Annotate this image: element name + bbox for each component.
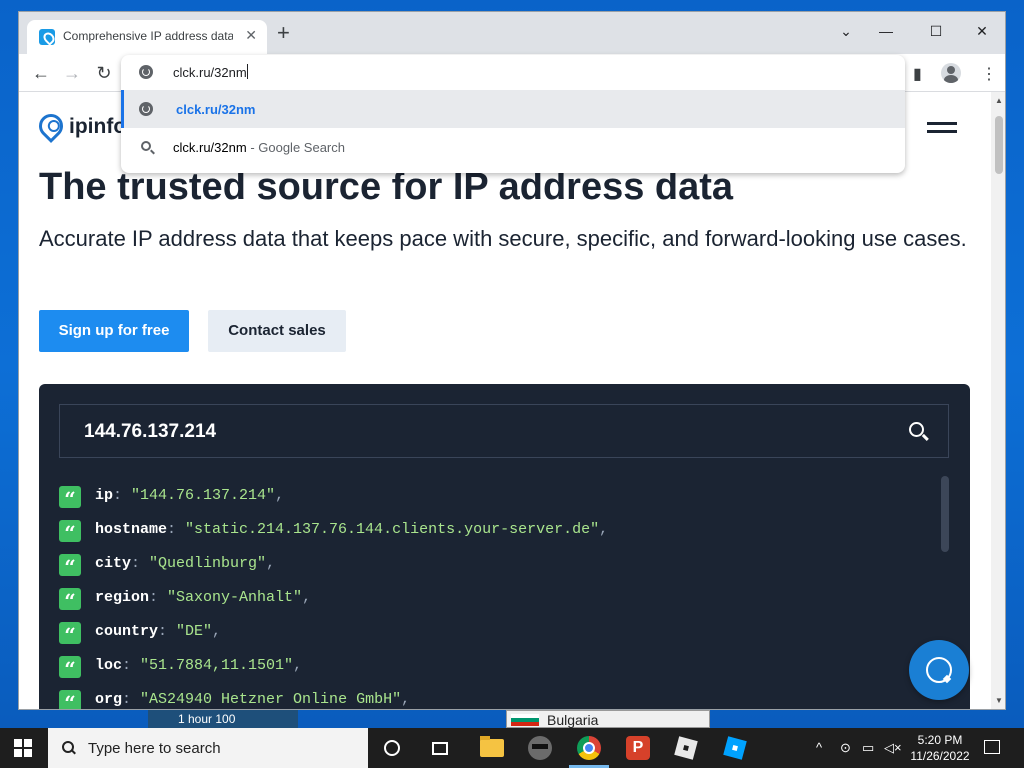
back-button[interactable]: ← (29, 61, 53, 85)
json-row: “ city: "Quedlinburg", (59, 552, 929, 586)
background-window-strip[interactable]: 1 hour 100 (148, 710, 298, 728)
tray-overflow-chevron-icon[interactable]: ^ (816, 740, 822, 755)
system-clock[interactable]: 5:20 PM 11/26/2022 (904, 732, 976, 764)
json-result-list: “ ip: "144.76.137.214", “ hostname: "sta… (59, 484, 929, 709)
background-window-text: 1 hour 100 (178, 712, 236, 726)
sign-up-button[interactable]: Sign up for free (39, 310, 189, 352)
roblox-icon[interactable] (674, 736, 698, 760)
ipinfo-favicon-icon (39, 29, 55, 45)
json-field: country: "DE", (95, 623, 222, 640)
chat-support-icon[interactable] (909, 640, 969, 700)
json-row: “ hostname: "static.214.137.76.144.clien… (59, 518, 929, 552)
background-country-text: Bulgaria (547, 712, 599, 728)
quote-icon[interactable]: “ (59, 690, 81, 709)
side-panel-icon[interactable]: ▮ (913, 64, 922, 84)
clock-date: 11/26/2022 (910, 749, 970, 763)
globe-icon (139, 102, 153, 116)
json-field: city: "Quedlinburg", (95, 555, 276, 572)
omnibox-dropdown: clck.ru/32nm clck.ru/32nm clck.ru/32nm -… (121, 55, 905, 173)
page-content: ipinfo. The trusted source for IP addres… (19, 92, 991, 709)
clock-time: 5:20 PM (917, 733, 963, 747)
volume-muted-icon[interactable]: ◁× (884, 740, 902, 756)
taskbar: Type here to search P ^ ⊙ ▭ ◁× 5:20 PM 1… (0, 728, 1024, 768)
file-explorer-icon[interactable] (480, 736, 504, 757)
json-field: loc: "51.7884,11.1501", (95, 657, 303, 674)
quote-icon[interactable]: “ (59, 520, 81, 545)
quote-icon[interactable]: “ (59, 588, 81, 613)
scroll-up-arrow-icon[interactable]: ▲ (995, 96, 1003, 105)
notification-center-icon[interactable] (984, 740, 1000, 754)
globe-icon (139, 65, 153, 79)
tab-search-chevron-icon[interactable]: ⌄ (831, 18, 861, 44)
json-field: org: "AS24940 Hetzner Online GmbH", (95, 691, 411, 708)
close-window-button[interactable]: ✕ (967, 18, 997, 44)
address-bar-input[interactable]: clck.ru/32nm (173, 64, 248, 80)
forward-button[interactable]: → (60, 61, 84, 85)
search-icon (62, 741, 74, 753)
windows-start-icon[interactable] (14, 739, 32, 757)
json-row: “ loc: "51.7884,11.1501", (59, 654, 929, 688)
minimize-button[interactable]: — (871, 18, 901, 44)
console-scrollbar[interactable] (941, 476, 949, 552)
ip-search-input[interactable]: 144.76.137.214 (59, 404, 949, 458)
ip-lookup-console: 144.76.137.214 “ ip: "144.76.137.214", “… (39, 384, 970, 709)
location-pin-icon (34, 109, 68, 143)
taskbar-search-box[interactable]: Type here to search (48, 728, 368, 768)
network-icon[interactable]: ▭ (862, 740, 874, 756)
omnibox-suggestion-url[interactable]: clck.ru/32nm (121, 90, 905, 128)
json-row: “ org: "AS24940 Hetzner Online GmbH", (59, 688, 929, 709)
json-row: “ country: "DE", (59, 620, 929, 654)
reload-button[interactable]: ↻ (92, 61, 116, 85)
quote-icon[interactable]: “ (59, 554, 81, 579)
json-row: “ region: "Saxony-Anhalt", (59, 586, 929, 620)
raccoon-app-icon[interactable] (528, 736, 552, 760)
contact-sales-button[interactable]: Contact sales (208, 310, 346, 352)
suggestion-hint: - Google Search (246, 140, 345, 155)
background-country-strip[interactable]: Bulgaria (506, 710, 710, 728)
roblox-studio-icon[interactable] (723, 736, 747, 760)
address-bar[interactable]: clck.ru/32nm (121, 55, 905, 89)
page-scrollbar[interactable]: ▲ ▼ (991, 92, 1005, 709)
text-caret (246, 64, 248, 79)
json-field: region: "Saxony-Anhalt", (95, 589, 312, 606)
new-tab-button[interactable]: + (277, 22, 290, 44)
search-icon[interactable] (909, 422, 924, 437)
scrollbar-thumb[interactable] (995, 116, 1003, 174)
browser-window: Comprehensive IP address data, I ✕ + ⌄ —… (18, 11, 1006, 710)
taskbar-search-placeholder: Type here to search (88, 740, 221, 757)
json-field: ip: "144.76.137.214", (95, 487, 285, 504)
cortana-icon[interactable] (384, 740, 400, 756)
suggestion-text: clck.ru/32nm - Google Search (173, 140, 345, 155)
browser-menu-icon[interactable]: ⋮ (981, 64, 997, 84)
maximize-button[interactable]: ☐ (921, 18, 951, 44)
search-icon (141, 141, 151, 151)
bulgaria-flag-icon (511, 714, 539, 726)
omnibox-suggestion-search[interactable]: clck.ru/32nm - Google Search (121, 128, 905, 166)
scroll-down-arrow-icon[interactable]: ▼ (995, 696, 1003, 705)
hero-subtitle: Accurate IP address data that keeps pace… (39, 226, 967, 251)
ip-search-value[interactable]: 144.76.137.214 (84, 421, 216, 443)
quote-icon[interactable]: “ (59, 622, 81, 647)
json-field: hostname: "static.214.137.76.144.clients… (95, 521, 609, 538)
json-row: “ ip: "144.76.137.214", (59, 484, 929, 518)
profile-avatar-icon[interactable] (941, 63, 961, 83)
chrome-icon[interactable] (577, 736, 601, 760)
tab-strip: Comprehensive IP address data, I ✕ + ⌄ —… (19, 12, 1005, 54)
tab-close-icon[interactable]: ✕ (245, 27, 257, 44)
quote-icon[interactable]: “ (59, 656, 81, 681)
suggestion-text: clck.ru/32nm (176, 102, 256, 117)
quote-icon[interactable]: “ (59, 486, 81, 511)
psiphon-icon[interactable]: P (626, 736, 650, 760)
tab-title: Comprehensive IP address data, I (63, 29, 233, 43)
hamburger-menu-icon[interactable] (927, 122, 957, 136)
task-view-icon[interactable] (432, 742, 448, 755)
browser-tab-ipinfo[interactable]: Comprehensive IP address data, I ✕ (27, 20, 267, 54)
security-tray-icon[interactable]: ⊙ (840, 740, 851, 756)
